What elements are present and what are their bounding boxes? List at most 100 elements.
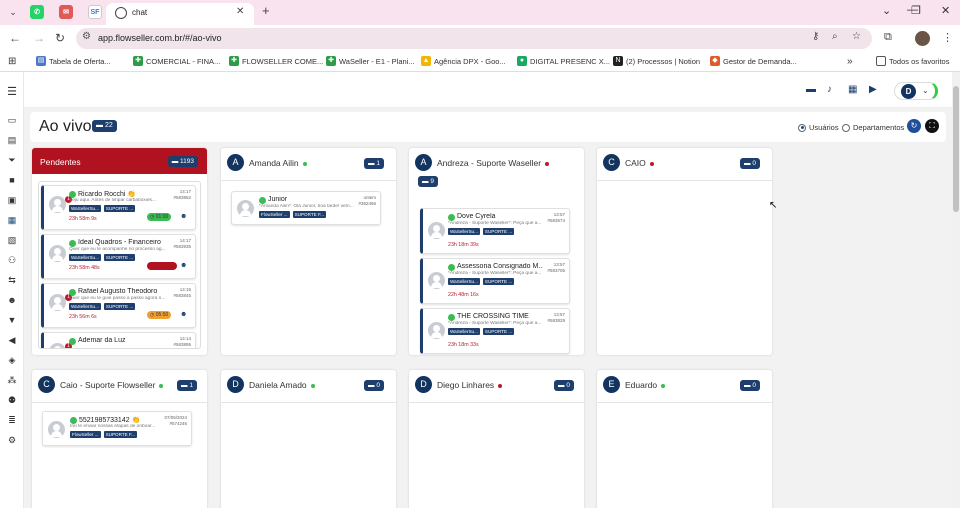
agent-column: D Diego Linhares ▬ 0 bbox=[409, 370, 584, 508]
chat-icon[interactable]: ▤ bbox=[6, 134, 18, 146]
reload-icon[interactable]: ↻ bbox=[55, 31, 65, 45]
page-scrollbar[interactable] bbox=[952, 72, 960, 508]
bookmark-item[interactable]: ▤ Tabela de Oferta... bbox=[36, 56, 111, 66]
list-icon[interactable]: ≣ bbox=[6, 414, 18, 426]
back-icon[interactable]: ← bbox=[9, 31, 21, 45]
user-avatar-icon bbox=[48, 421, 65, 438]
chat-card[interactable]: THE CROSSING TIME 13:57 #583829 *Andreza … bbox=[420, 308, 570, 354]
forward-icon[interactable]: → bbox=[33, 31, 45, 45]
bot-icon[interactable]: ☻ bbox=[180, 311, 187, 318]
bookmark-item[interactable]: ✚ WaSeller - E1 - Plani... bbox=[326, 56, 415, 66]
messages-icon[interactable]: ▬ bbox=[806, 84, 816, 95]
total-count-badge: ▬ 22 bbox=[92, 120, 117, 132]
filter-icon[interactable]: ⏷ bbox=[6, 154, 18, 166]
profile-avatar[interactable] bbox=[915, 31, 930, 46]
new-tab-button[interactable]: + bbox=[262, 3, 270, 18]
star-icon[interactable]: ☆ bbox=[852, 31, 861, 42]
gmail-tab-icon[interactable]: ✉ bbox=[59, 5, 73, 19]
elapsed-time: 23h 58m 9s bbox=[69, 216, 97, 222]
agent-avatar: C bbox=[603, 154, 620, 171]
network-icon[interactable]: ⁂ bbox=[6, 374, 18, 386]
scrollbar-thumb[interactable] bbox=[953, 86, 959, 212]
pending-card[interactable]: 1 Ademar da Luz 14:14 #583895 bbox=[41, 332, 196, 348]
menu-icon[interactable]: ⋮ bbox=[942, 31, 953, 44]
pending-card[interactable]: 1 Rafael Augusto Theodoro 14:15 #583845 Q… bbox=[41, 283, 196, 328]
agent-count-badge: ▬ 1 bbox=[177, 380, 197, 391]
agent-avatar: E bbox=[603, 376, 620, 393]
user-settings-icon[interactable]: ⚉ bbox=[6, 394, 18, 406]
tag-list: WaSellerSu... SUPORTE ... bbox=[448, 228, 515, 235]
key-icon[interactable]: ⚷ bbox=[812, 31, 819, 42]
more-bookmarks-icon[interactable]: » bbox=[847, 56, 853, 67]
chat-card[interactable]: Assessoria Consignado M... 13:57 #583705 … bbox=[420, 258, 570, 304]
bookmark-item[interactable]: ▲ Agência DPX - Goo... bbox=[421, 56, 506, 66]
funnel-icon[interactable]: ▼ bbox=[6, 314, 18, 326]
notion-icon: N bbox=[613, 56, 623, 66]
chat-card[interactable]: 5521985733142 👏 07/05/2024 #574246 Irei t… bbox=[42, 411, 192, 446]
agent-column: C CAIO ▬ 0 bbox=[597, 148, 772, 355]
briefcase-icon[interactable]: ■ bbox=[6, 174, 18, 186]
whatsapp-tab-icon[interactable]: ✆ bbox=[30, 5, 44, 19]
card-meta: 13:57 #583705 bbox=[547, 262, 565, 273]
extensions-icon[interactable]: ⧉ bbox=[884, 31, 892, 44]
live-board-icon[interactable]: ▦ bbox=[6, 214, 18, 226]
video-icon[interactable]: ▶ bbox=[869, 84, 877, 95]
megaphone-icon[interactable]: ◀ bbox=[6, 334, 18, 346]
pending-card[interactable]: Ideal Quadros - Financeiro 14:17 #583935 … bbox=[41, 234, 196, 279]
bookmarks-bar: ⊞ ▤ Tabela de Oferta... ✚ COMERCIAL - FINA… bbox=[0, 52, 960, 72]
bookmark-item[interactable]: ● DIGITAL PRESENC X... bbox=[517, 56, 610, 66]
pending-header: Pendentes ▬ 1193 bbox=[32, 148, 207, 174]
all-favorites[interactable]: Todos os favoritos bbox=[876, 56, 949, 66]
hamburger-icon[interactable]: ☰ bbox=[6, 85, 18, 98]
bell-icon[interactable]: ♪ bbox=[827, 84, 832, 95]
site-info-icon[interactable]: ⚙ bbox=[82, 31, 91, 42]
close-tab-icon[interactable]: ✕ bbox=[236, 6, 244, 17]
radio-users[interactable]: Usuários bbox=[798, 123, 839, 132]
restore-button[interactable]: ❐ bbox=[911, 4, 921, 17]
apps-icon[interactable]: ⊞ bbox=[8, 56, 16, 67]
contact-card-icon[interactable]: ▣ bbox=[6, 194, 18, 206]
pending-card[interactable]: 1 Ricardo Rocchi 👏 14:17 #583952 Sejú aqu… bbox=[41, 185, 196, 230]
user-menu[interactable]: D ⌄ bbox=[894, 82, 938, 100]
refresh-button[interactable]: ↻ bbox=[907, 119, 921, 133]
bookmark-item[interactable]: ✚ FLOWSELLER COME... bbox=[229, 56, 323, 66]
folder-icon bbox=[876, 56, 886, 66]
transfer-icon[interactable]: ⇆ bbox=[6, 274, 18, 286]
agent-column: D Daniela Amado ▬ 0 bbox=[221, 370, 396, 508]
address-bar[interactable]: ⚙ app.flowseller.com.br/#/ao-vivo ⚷ ⌕ ☆ bbox=[76, 28, 872, 49]
chat-card[interactable]: Dove Cyrela 13:57 #583674 *Andreza - Supo… bbox=[420, 208, 570, 254]
browser-tab-strip: ⌄ ✆ ✉ SF chat ✕ + ⌄ — ❐ ✕ bbox=[0, 0, 960, 25]
users-icon[interactable]: ⚇ bbox=[6, 254, 18, 266]
bookmark-item[interactable]: N (2) Processos | Notion bbox=[613, 56, 700, 66]
bot-icon[interactable]: ☻ bbox=[180, 213, 187, 220]
bookmark-item[interactable]: ◆ Gestor de Demanda... bbox=[710, 56, 797, 66]
inbox-icon[interactable]: ▭ bbox=[6, 114, 18, 126]
agent-avatar: A bbox=[415, 154, 432, 171]
active-tab[interactable]: chat ✕ bbox=[106, 3, 254, 25]
close-window-button[interactable]: ✕ bbox=[941, 4, 950, 17]
fullscreen-button[interactable]: ⛶ bbox=[925, 119, 939, 133]
agent-column-header: C Caio - Suporte Flowseller ▬ 1 bbox=[32, 370, 207, 400]
pending-list: 1 Ricardo Rocchi 👏 14:17 #583952 Sejú aqu… bbox=[38, 181, 201, 349]
bot-icon[interactable]: ☻ bbox=[180, 262, 187, 269]
tag-list: WaSellerSu... SUPORTE ... bbox=[69, 303, 136, 310]
calendar-icon[interactable]: ▦ bbox=[848, 84, 857, 95]
sf-tab-icon[interactable]: SF bbox=[88, 5, 102, 19]
tag-icon[interactable]: ◈ bbox=[6, 354, 18, 366]
agent-name: CAIO bbox=[625, 158, 654, 168]
report-icon[interactable]: ▧ bbox=[6, 234, 18, 246]
card-meta: 14:17 #583935 bbox=[173, 238, 191, 249]
elapsed-time: 23h 18m 39s bbox=[448, 242, 479, 248]
tab-search-icon[interactable]: ⌄ bbox=[4, 4, 22, 21]
contact-name: Ademar da Luz bbox=[78, 337, 126, 344]
radio-dot bbox=[798, 123, 806, 132]
bot-icon[interactable]: ☻ bbox=[6, 294, 18, 306]
chat-card[interactable]: Junior ontem #362466 *Amanda Ailin*: Olá … bbox=[231, 191, 381, 225]
zoom-icon[interactable]: ⌕ bbox=[832, 31, 838, 42]
bookmark-item[interactable]: ✚ COMERCIAL - FINA... bbox=[133, 56, 220, 66]
sheet-icon: ✚ bbox=[229, 56, 239, 66]
tab-list-icon[interactable]: ⌄ bbox=[882, 4, 891, 17]
gear-icon[interactable]: ⚙ bbox=[6, 434, 18, 446]
radio-departments[interactable]: Departamentos bbox=[842, 123, 904, 132]
chevron-down-icon: ⌄ bbox=[922, 86, 929, 95]
